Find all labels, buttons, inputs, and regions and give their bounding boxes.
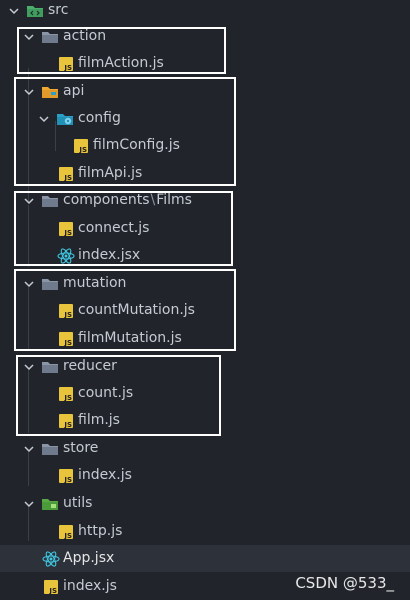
utils-folder-icon <box>41 490 59 517</box>
folder-row-reducer[interactable]: reducer <box>0 353 410 380</box>
file-label: filmMutation.js <box>78 330 182 346</box>
file-row-http-js[interactable]: http.js <box>0 518 410 545</box>
file-label: index.jsx <box>78 247 141 263</box>
folder-label: store <box>63 440 99 456</box>
file-row-index-jsx[interactable]: index.jsx <box>0 242 410 269</box>
path-separator: \ <box>150 192 156 208</box>
chevron-down-icon[interactable] <box>23 353 35 380</box>
folder-row-src[interactable]: src <box>0 0 410 24</box>
file-label: filmAction.js <box>78 55 164 71</box>
folder-icon <box>41 187 59 214</box>
chevron-down-icon[interactable] <box>23 23 35 50</box>
folder-label: utils <box>63 495 93 511</box>
file-row-index-js[interactable]: index.js <box>0 462 410 489</box>
js-file-icon <box>57 50 75 77</box>
chevron-down-icon[interactable] <box>23 270 35 297</box>
react-icon <box>42 545 60 572</box>
file-label: index.js <box>78 467 132 483</box>
folder-row-utils[interactable]: utils <box>0 490 410 517</box>
folder-label-tail: Films <box>156 192 192 208</box>
folder-row-config[interactable]: config <box>0 105 410 132</box>
file-row-countmutation-js[interactable]: countMutation.js <box>0 297 410 324</box>
file-row-film-js[interactable]: film.js <box>0 407 410 434</box>
chevron-down-icon[interactable] <box>23 490 35 517</box>
file-row-connect-js[interactable]: connect.js <box>0 215 410 242</box>
chevron-down-icon[interactable] <box>23 435 35 462</box>
js-file-icon <box>57 297 75 324</box>
chevron-down-icon[interactable] <box>23 187 35 214</box>
folder-icon <box>41 270 59 297</box>
file-row-filmconfig-js[interactable]: filmConfig.js <box>0 132 410 159</box>
file-row-filmapi-js[interactable]: filmApi.js <box>0 160 410 187</box>
config-folder-icon <box>56 105 74 132</box>
api-folder-icon <box>41 78 59 105</box>
file-label: filmApi.js <box>78 165 143 181</box>
js-file-icon <box>57 518 75 545</box>
js-file-icon <box>57 215 75 242</box>
chevron-down-icon[interactable] <box>23 78 35 105</box>
js-file-icon <box>57 160 75 187</box>
chevron-down-icon[interactable] <box>8 0 20 24</box>
file-label: count.js <box>78 385 134 401</box>
file-row-count-js[interactable]: count.js <box>0 380 410 407</box>
js-file-icon <box>72 132 90 159</box>
folder-label: action <box>63 28 107 44</box>
js-file-icon <box>57 462 75 489</box>
file-row-filmmutation-js[interactable]: filmMutation.js <box>0 325 410 352</box>
chevron-down-icon[interactable] <box>38 105 50 132</box>
file-label: index.js <box>63 578 117 594</box>
react-icon <box>57 242 75 269</box>
file-label: http.js <box>78 523 123 539</box>
src-folder-icon <box>26 0 44 24</box>
folder-row-api[interactable]: api <box>0 78 410 105</box>
folder-label: src <box>48 2 69 18</box>
folder-label: components\Films <box>63 192 192 208</box>
file-row-app-jsx[interactable]: App.jsx <box>0 545 410 572</box>
file-label: App.jsx <box>63 550 115 566</box>
folder-row-store[interactable]: store <box>0 435 410 462</box>
folder-label: mutation <box>63 275 127 291</box>
js-file-icon <box>57 380 75 407</box>
folder-label: api <box>63 83 85 99</box>
file-label: countMutation.js <box>78 302 195 318</box>
file-label: film.js <box>78 412 120 428</box>
folder-row-components[interactable]: components\Films <box>0 187 410 214</box>
file-row-filmaction-js[interactable]: filmAction.js <box>0 50 410 77</box>
file-label: connect.js <box>78 220 150 236</box>
folder-icon <box>41 435 59 462</box>
folder-row-action[interactable]: action <box>0 23 410 50</box>
js-file-icon <box>57 325 75 352</box>
folder-label: reducer <box>63 358 117 374</box>
file-label: filmConfig.js <box>93 137 180 153</box>
file-explorer-tree: src action filmAction.js api config filmConfi… <box>0 0 410 600</box>
folder-label: config <box>78 110 121 126</box>
watermark: CSDN @533_ <box>295 574 394 592</box>
folder-icon <box>41 353 59 380</box>
js-file-icon <box>57 407 75 434</box>
folder-icon <box>41 23 59 50</box>
folder-row-mutation[interactable]: mutation <box>0 270 410 297</box>
js-file-icon <box>42 573 60 600</box>
